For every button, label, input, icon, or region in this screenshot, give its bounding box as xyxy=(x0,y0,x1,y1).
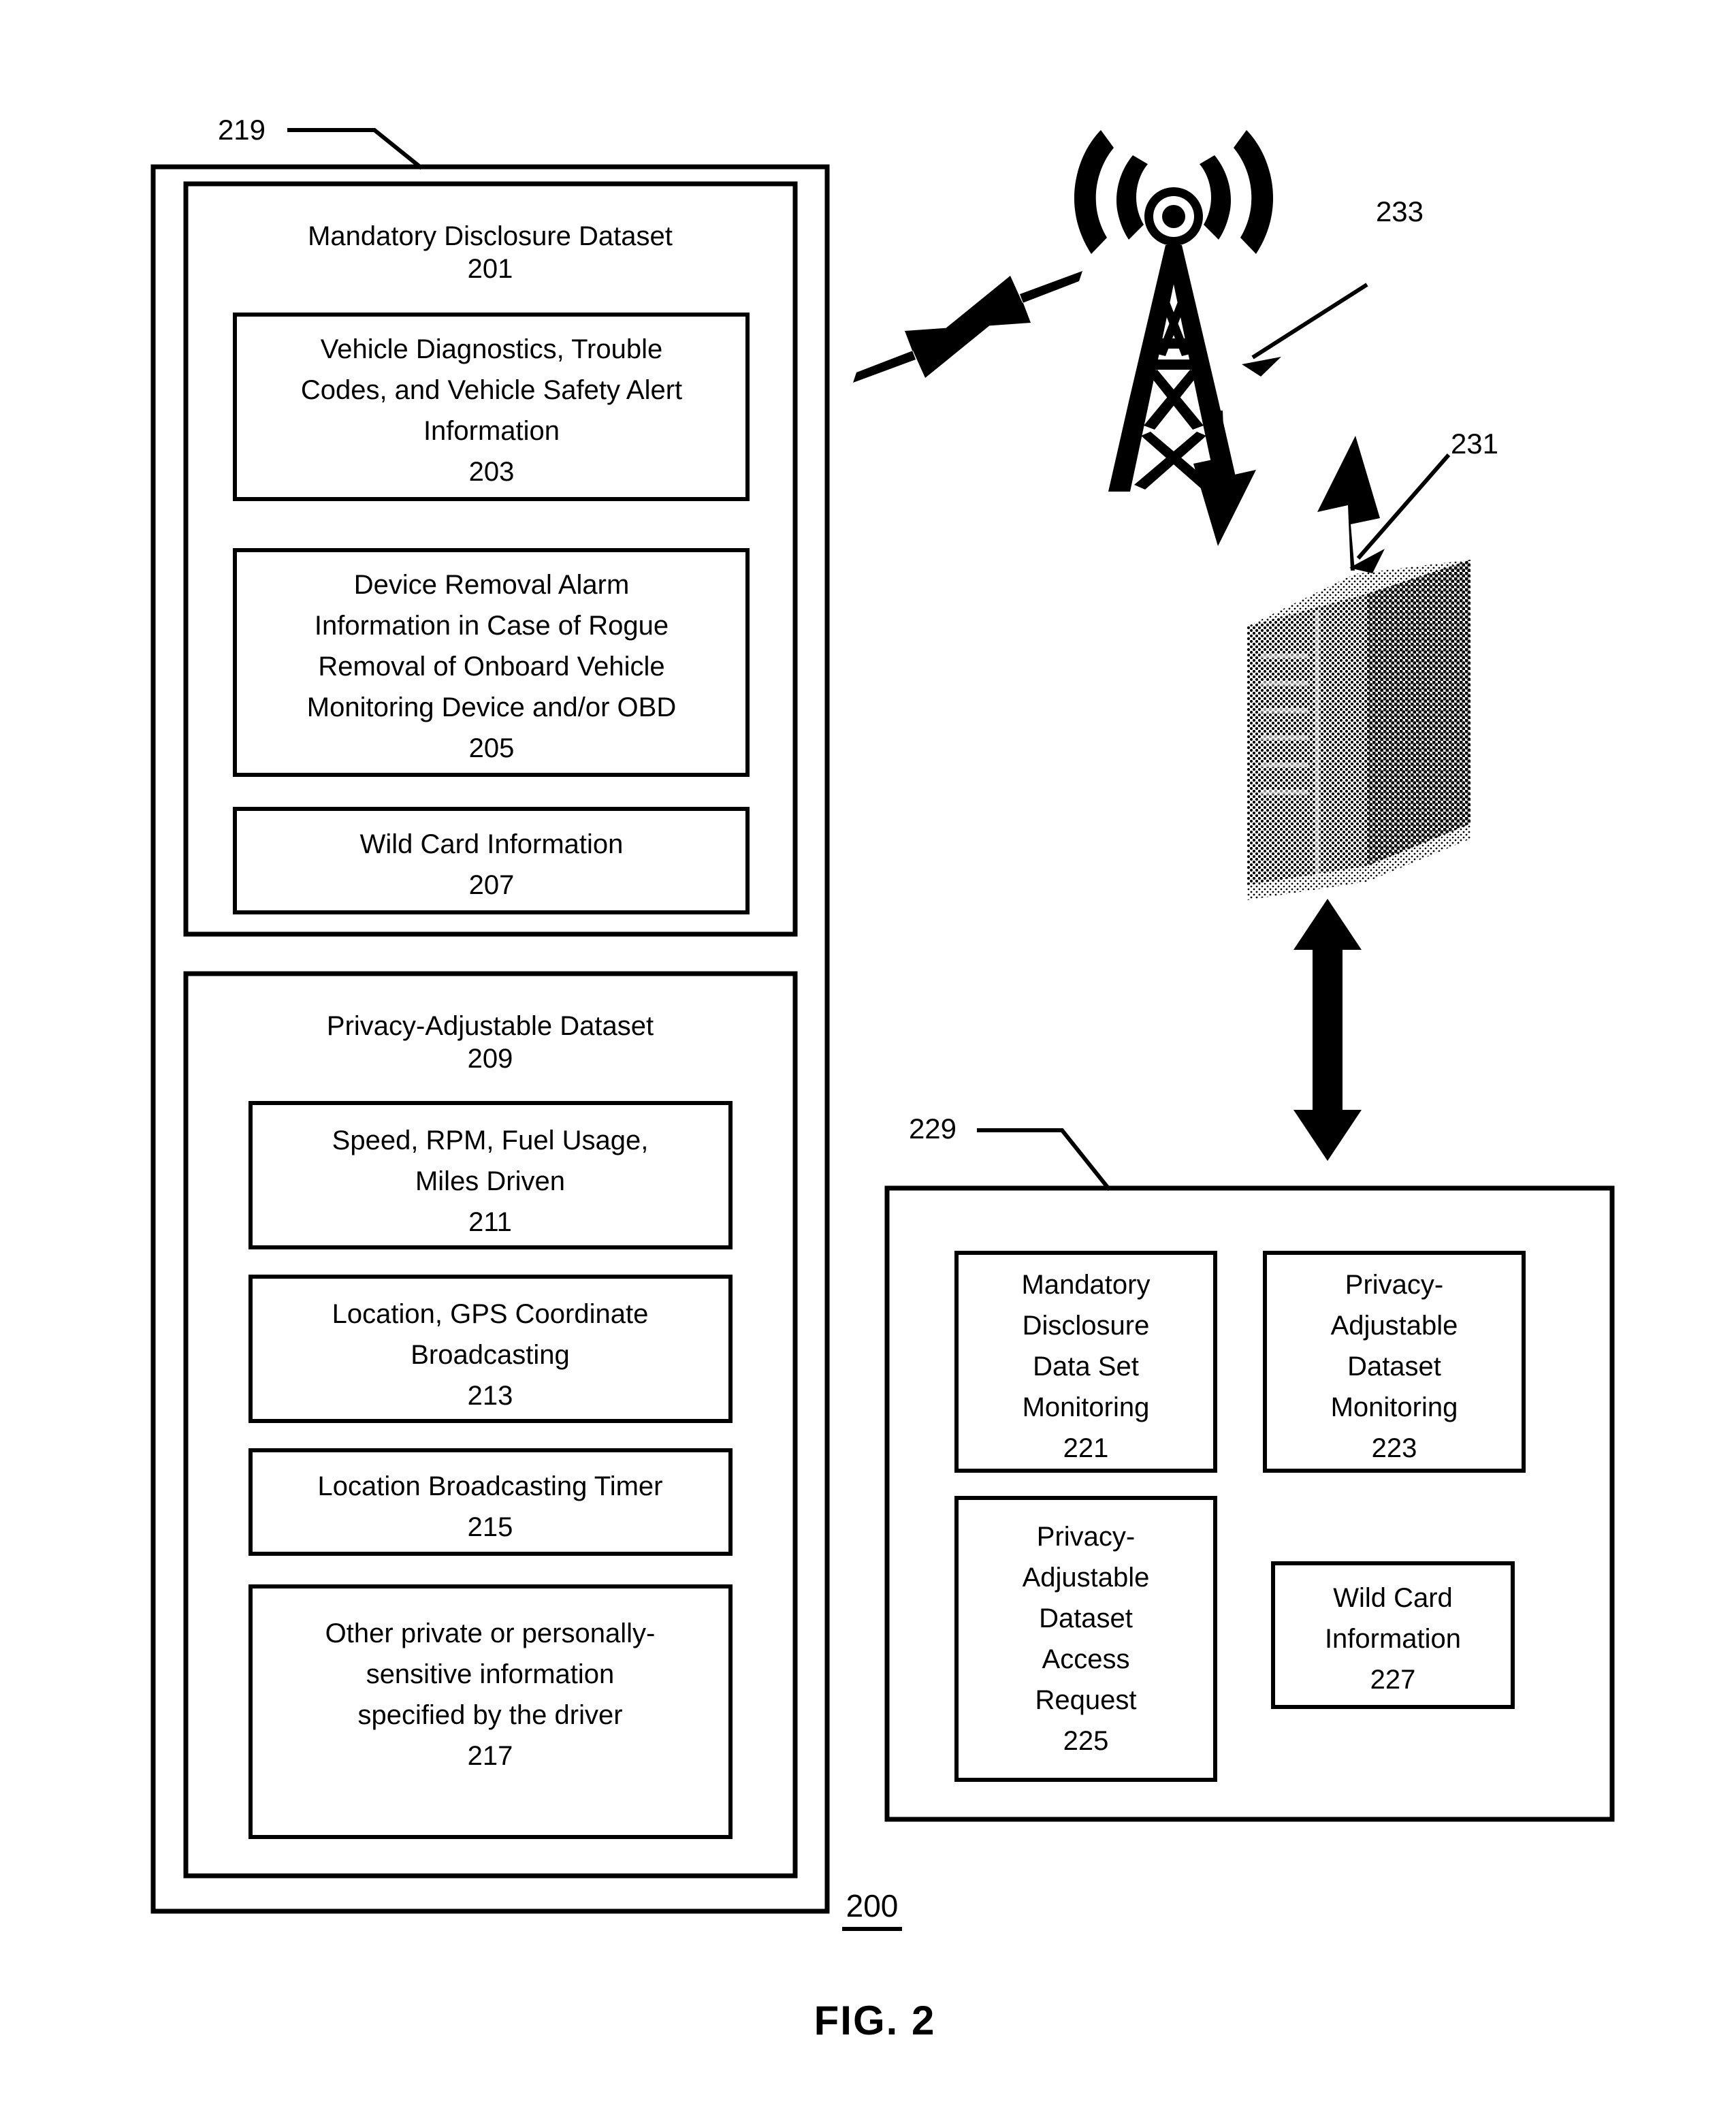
tower-rail-1 xyxy=(1151,338,1197,349)
box-221-line-0: Mandatory xyxy=(1022,1270,1151,1300)
box-205-line-1: Information in Case of Rogue xyxy=(315,611,669,641)
box-205-line-2: Removal of Onboard Vehicle xyxy=(318,652,664,682)
reference-numeral-233: 233 xyxy=(1376,195,1424,227)
tower-wave-left-inner xyxy=(1116,155,1148,240)
box-205-line-3: Monitoring Device and/or OBD xyxy=(307,692,676,722)
box-211-line-0: Speed, RPM, Fuel Usage, xyxy=(332,1125,649,1155)
tower-wave-left-outer xyxy=(1074,130,1114,254)
box-213: Location, GPS Coordinate Broadcasting 21… xyxy=(248,1275,733,1423)
double-arrow-diagonal xyxy=(1193,411,1380,571)
box-203-reference: 203 xyxy=(469,457,515,487)
monitoring-frame-229 xyxy=(884,1185,1615,1822)
mandatory-dataset-title: Mandatory Disclosure Dataset xyxy=(308,221,673,251)
double-arrow-vertical xyxy=(1293,899,1362,1161)
box-203-line-0: Vehicle Diagnostics, Trouble xyxy=(321,334,663,364)
box-223-reference: 223 xyxy=(1372,1433,1417,1463)
box-205: Device Removal Alarm Information in Case… xyxy=(233,548,750,777)
box-225: Privacy- Adjustable Dataset Access Reque… xyxy=(954,1496,1217,1782)
box-215-reference: 215 xyxy=(468,1512,513,1542)
tower-hub-core xyxy=(1162,205,1185,228)
box-213-line-1: Broadcasting xyxy=(411,1340,569,1370)
mandatory-dataset-frame xyxy=(183,181,798,937)
reference-numeral-219: 219 xyxy=(218,114,266,146)
box-205-line-0: Device Removal Alarm xyxy=(354,570,630,600)
leader-arrowhead-233 xyxy=(1242,357,1281,377)
patent-figure-page: 219 Mandatory Disclosure Dataset 201 Veh… xyxy=(0,0,1736,2108)
leader-line-229 xyxy=(977,1128,1112,1192)
box-223-line-0: Privacy- xyxy=(1345,1270,1443,1300)
box-223-line-3: Monitoring xyxy=(1331,1392,1458,1422)
box-225-line-0: Privacy- xyxy=(1037,1522,1135,1552)
system-reference-200: 200 xyxy=(846,1888,899,1923)
box-217-line-2: specified by the driver xyxy=(357,1700,622,1730)
server-panel-divider xyxy=(1315,610,1319,876)
arrow-container-to-tower xyxy=(853,271,1082,383)
box-215-line-0: Location Broadcasting Timer xyxy=(318,1471,663,1501)
box-217-reference: 217 xyxy=(468,1741,513,1771)
mandatory-disclosure-dataset-201: Mandatory Disclosure Dataset 201 Vehicle… xyxy=(183,181,798,937)
privacy-dataset-reference: 209 xyxy=(468,1044,513,1074)
box-227-reference: 227 xyxy=(1370,1665,1416,1695)
box-227-line-1: Information xyxy=(1325,1624,1461,1654)
box-211-reference: 211 xyxy=(468,1207,512,1237)
server-side-face xyxy=(1367,560,1470,866)
box-227: Wild Card Information 227 xyxy=(1271,1561,1515,1709)
box-217-line-0: Other private or personally- xyxy=(325,1618,656,1648)
tower-wave-right-outer xyxy=(1234,130,1274,254)
box-221-line-2: Data Set xyxy=(1033,1352,1139,1382)
tower-rail-2 xyxy=(1148,360,1200,370)
box-225-line-1: Adjustable xyxy=(1023,1563,1150,1593)
box-223-line-2: Dataset xyxy=(1347,1352,1441,1382)
box-203: Vehicle Diagnostics, Trouble Codes, and … xyxy=(233,313,750,501)
box-225-line-4: Request xyxy=(1035,1685,1137,1715)
arrow-tower-to-server xyxy=(1193,411,1380,571)
leader-line-233 xyxy=(1251,283,1368,360)
left-container-219: 219 Mandatory Disclosure Dataset 201 Veh… xyxy=(150,114,830,1914)
box-225-reference: 225 xyxy=(1063,1726,1109,1756)
reference-numeral-231: 231 xyxy=(1451,428,1498,460)
box-213-reference: 213 xyxy=(468,1381,513,1411)
box-225-line-2: Dataset xyxy=(1039,1603,1133,1633)
box-223-line-1: Adjustable xyxy=(1331,1311,1458,1341)
box-207-line-0: Wild Card Information xyxy=(360,829,624,859)
privacy-adjustable-dataset-209: Privacy-Adjustable Dataset 209 Speed, RP… xyxy=(183,971,798,1879)
box-207-reference: 207 xyxy=(469,870,515,900)
figure-labels: 200 FIG. 2 xyxy=(814,1888,936,2043)
box-221-line-1: Disclosure xyxy=(1023,1311,1150,1341)
box-221-line-3: Monitoring xyxy=(1023,1392,1150,1422)
figure-caption: FIG. 2 xyxy=(814,1998,936,2043)
right-container-229: 229 Mandatory Disclosure Data Set Monito… xyxy=(884,1113,1615,1822)
box-203-line-2: Information xyxy=(423,416,560,446)
box-215: Location Broadcasting Timer 215 xyxy=(248,1448,733,1556)
box-225-line-3: Access xyxy=(1042,1644,1130,1674)
box-213-line-0: Location, GPS Coordinate xyxy=(332,1299,649,1329)
box-211-line-1: Miles Driven xyxy=(415,1166,565,1196)
tower-wave-right-inner xyxy=(1200,155,1232,240)
box-207: Wild Card Information 207 xyxy=(233,807,750,914)
reference-numeral-229: 229 xyxy=(909,1113,957,1145)
box-221: Mandatory Disclosure Data Set Monitoring… xyxy=(954,1251,1217,1473)
double-arrow-left xyxy=(853,271,1082,383)
privacy-dataset-title: Privacy-Adjustable Dataset xyxy=(327,1011,654,1041)
box-227-line-0: Wild Card xyxy=(1333,1583,1453,1613)
box-223: Privacy- Adjustable Dataset Monitoring 2… xyxy=(1263,1251,1526,1473)
box-221-reference: 221 xyxy=(1063,1433,1109,1463)
arrow-server-to-monitor xyxy=(1293,899,1362,1161)
figure-canvas: 219 Mandatory Disclosure Dataset 201 Veh… xyxy=(150,114,1615,2043)
box-217: Other private or personally- sensitive i… xyxy=(248,1584,733,1839)
box-203-line-1: Codes, and Vehicle Safety Alert xyxy=(301,375,682,405)
mandatory-dataset-reference: 201 xyxy=(468,254,513,284)
box-217-line-1: sensitive information xyxy=(366,1659,615,1689)
box-211: Speed, RPM, Fuel Usage, Miles Driven 211 xyxy=(248,1101,733,1249)
box-205-reference: 205 xyxy=(469,733,515,763)
cell-tower-icon: 233 xyxy=(1074,130,1424,492)
leader-line-219 xyxy=(287,128,423,170)
